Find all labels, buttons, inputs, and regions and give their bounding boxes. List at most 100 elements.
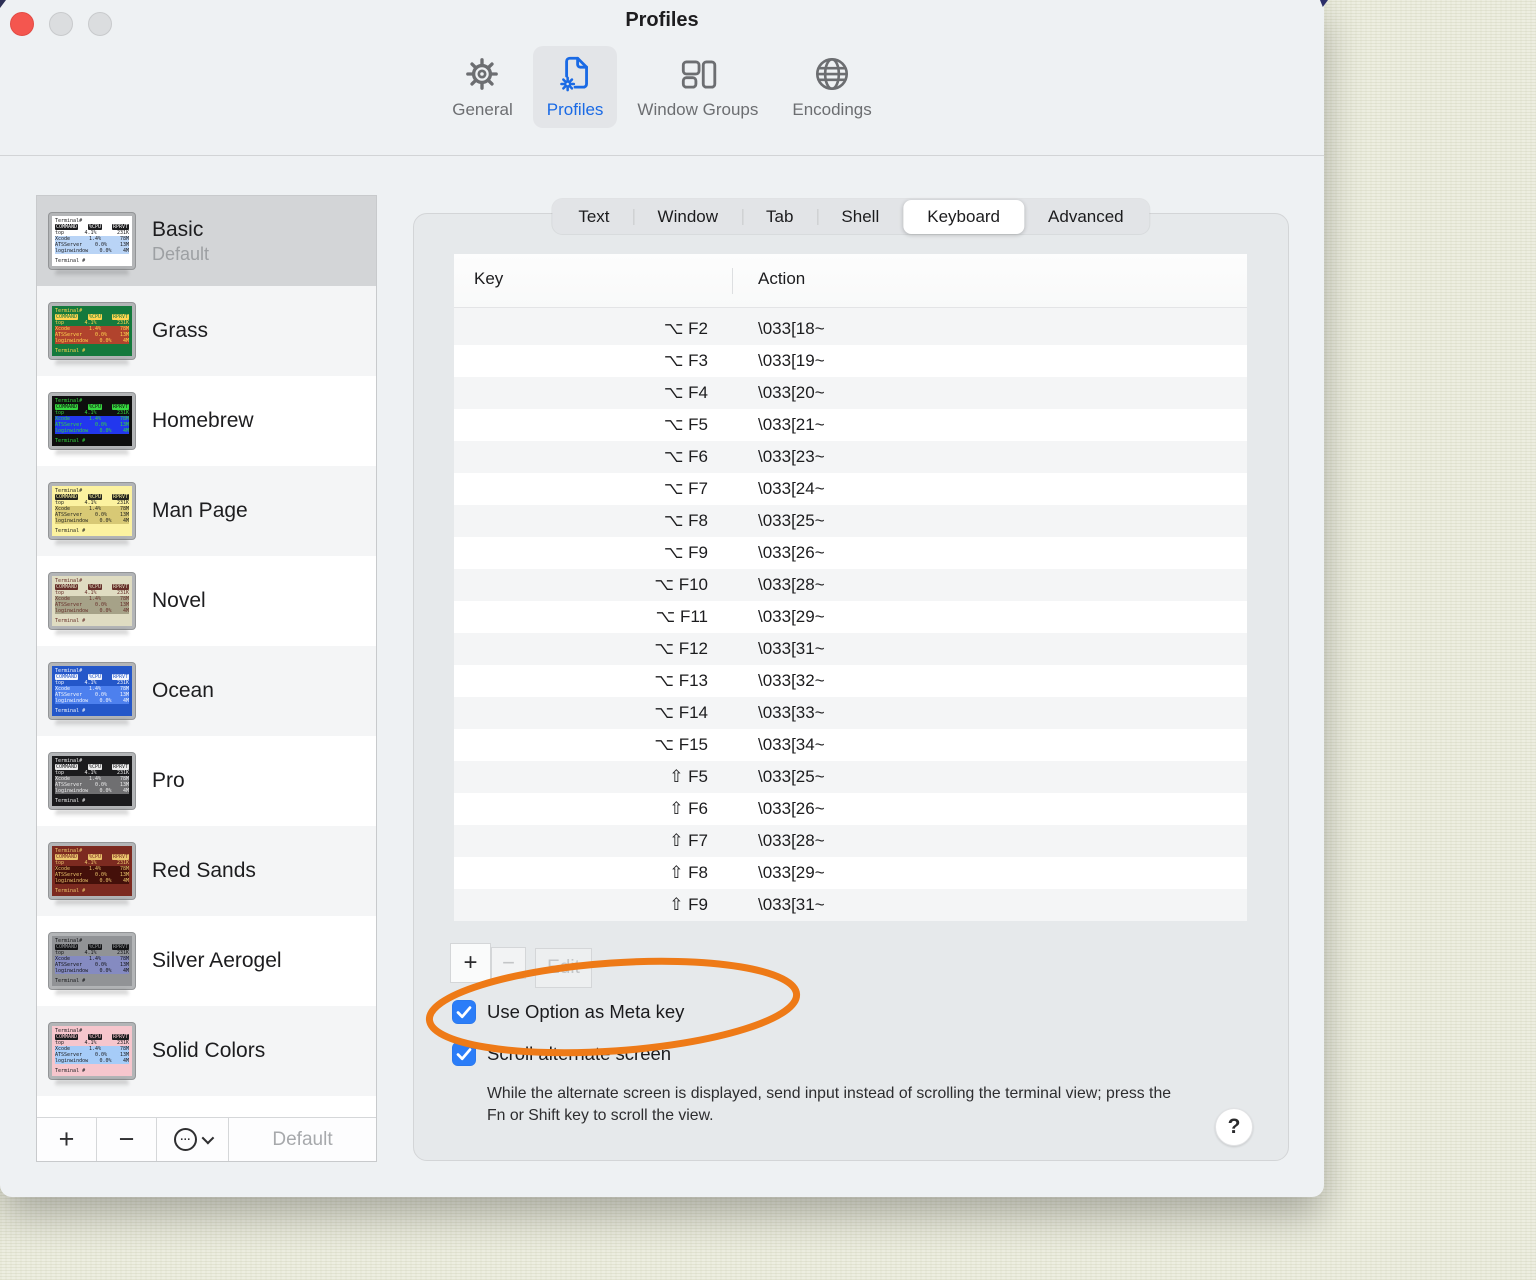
profile-thumbnail-screen: Terminal# COMMAND %CPU RPRVT top 4.1% 231K Xcod…	[52, 936, 132, 986]
add-shortcut-button[interactable]: +	[450, 943, 491, 983]
profile-subtitle: Default	[152, 243, 210, 264]
profile-list-item[interactable]: Terminal# COMMAND %CPU RPRVT top 4.1% 231K Xcod…	[37, 556, 376, 646]
key-cell: ⌥ F4	[663, 383, 708, 402]
gear-icon	[460, 52, 504, 96]
table-body: ⌥ F2 \033[18~ ⌥ F3 \033[19~ ⌥ F4 \033[20…	[454, 308, 1247, 921]
table-row[interactable]: ⌥ F9 \033[26~	[454, 537, 1247, 569]
settings-tab[interactable]: Advanced	[1024, 200, 1148, 234]
profile-meta: Solid Colors	[152, 1039, 265, 1063]
key-cell: ⌥ F13	[654, 671, 708, 690]
profile-thumbnail: Terminal# COMMAND %CPU RPRVT top 4.1% 231K Xcod…	[49, 213, 135, 269]
settings-tab[interactable]: Shell	[817, 200, 903, 234]
table-header: Key Action	[454, 254, 1247, 308]
ellipsis-circle-icon: …	[174, 1128, 197, 1151]
profile-list-item[interactable]: Terminal# COMMAND %CPU RPRVT top 4.1% 231K Xcod…	[37, 466, 376, 556]
profile-list-item[interactable]: Terminal# COMMAND %CPU RPRVT top 4.1% 231K Xcod…	[37, 916, 376, 1006]
table-row[interactable]: ⌥ F5 \033[21~	[454, 409, 1247, 441]
profile-thumbnail-screen: Terminal# COMMAND %CPU RPRVT top 4.1% 231K Xcod…	[52, 396, 132, 446]
table-row[interactable]: ⌥ F10 \033[28~	[454, 569, 1247, 601]
profile-list-item[interactable]: Terminal# COMMAND %CPU RPRVT top 4.1% 231K Xcod…	[37, 376, 376, 466]
table-row[interactable]: ⇧ F7 \033[28~	[454, 825, 1247, 857]
toolbar-item-general[interactable]: General	[438, 46, 526, 128]
table-row[interactable]: ⌥ F2 \033[18~	[454, 313, 1247, 345]
profile-name: Homebrew	[152, 409, 254, 432]
close-button[interactable]	[10, 12, 34, 36]
key-cell: ⌥ F8	[663, 511, 708, 530]
profile-list-item[interactable]: Terminal# COMMAND %CPU RPRVT top 4.1% 231K Xcod…	[37, 736, 376, 826]
profile-meta: Novel	[152, 589, 206, 613]
edit-shortcut-button[interactable]: Edit	[535, 948, 592, 988]
profile-name: Novel	[152, 589, 206, 612]
profile-meta: Grass	[152, 319, 208, 343]
action-cell: \033[18~	[758, 319, 825, 338]
table-row[interactable]: ⌥ F3 \033[19~	[454, 345, 1247, 377]
table-row[interactable]: ⇧ F8 \033[29~	[454, 857, 1247, 889]
key-cell: ⌥ F15	[654, 735, 708, 754]
table-row[interactable]: ⌥ F12 \033[31~	[454, 633, 1247, 665]
scroll-alternate-screen-checkbox-row[interactable]: Scroll alternate screen	[452, 1042, 671, 1066]
remove-profile-button[interactable]: −	[97, 1118, 157, 1161]
sidebar-footer: + − … Default	[37, 1117, 376, 1161]
table-row[interactable]: ⌥ F8 \033[25~	[454, 505, 1247, 537]
action-cell: \033[31~	[758, 639, 825, 658]
minimize-button[interactable]	[49, 12, 73, 36]
profile-list-item[interactable]: Terminal# COMMAND %CPU RPRVT top 4.1% 231K Xcod…	[37, 286, 376, 376]
table-row[interactable]: ⌥ F11 \033[29~	[454, 601, 1247, 633]
table-row[interactable]: ⇧ F6 \033[26~	[454, 793, 1247, 825]
toolbar-label: Encodings	[792, 100, 872, 119]
table-row[interactable]: ⌥ F15 \033[34~	[454, 729, 1247, 761]
key-cell: ⌥ F9	[663, 543, 708, 562]
profile-thumbnail: Terminal# COMMAND %CPU RPRVT top 4.1% 231K Xcod…	[49, 753, 135, 809]
table-row[interactable]: ⌥ F13 \033[32~	[454, 665, 1247, 697]
action-cell: \033[31~	[758, 895, 825, 914]
profile-list-item[interactable]: Terminal# COMMAND %CPU RPRVT top 4.1% 231K Xcod…	[37, 196, 376, 286]
checkbox-checked[interactable]	[452, 1042, 476, 1066]
checkmark-icon	[456, 1006, 472, 1019]
checkbox-label: Scroll alternate screen	[487, 1043, 672, 1064]
profile-list-item[interactable]: Terminal# COMMAND %CPU RPRVT top 4.1% 231K Xcod…	[37, 826, 376, 916]
action-cell: \033[25~	[758, 767, 825, 786]
help-button[interactable]: ?	[1215, 1108, 1253, 1146]
settings-tab[interactable]: Tab	[742, 200, 817, 234]
keyboard-shortcut-table: Key Action ⌥ F2 \033[18~ ⌥ F3 \033[19~ ⌥…	[454, 254, 1247, 921]
profile-meta: Red Sands	[152, 859, 256, 883]
profile-settings-panel: Text Window Tab Shell Keyboard Advanced …	[413, 199, 1289, 1161]
table-row[interactable]: ⌥ F6 \033[23~	[454, 441, 1247, 473]
settings-tab[interactable]: Keyboard	[903, 199, 1025, 234]
profile-list-item[interactable]: Terminal# COMMAND %CPU RPRVT top 4.1% 231K Xcod…	[37, 1006, 376, 1096]
profile-thumbnail-screen: Terminal# COMMAND %CPU RPRVT top 4.1% 231K Xcod…	[52, 576, 132, 626]
table-row[interactable]: ⌥ F4 \033[20~	[454, 377, 1247, 409]
traffic-lights	[10, 12, 112, 36]
checkbox-checked[interactable]	[452, 1000, 476, 1024]
key-cell: ⌥ F7	[663, 479, 708, 498]
profile-thumbnail: Terminal# COMMAND %CPU RPRVT top 4.1% 231K Xcod…	[49, 393, 135, 449]
table-row[interactable]: ⇧ F9 \033[31~	[454, 889, 1247, 921]
use-option-as-meta-key-checkbox-row[interactable]: Use Option as Meta key	[452, 1000, 684, 1024]
toolbar-item-window-groups[interactable]: Window Groups	[623, 46, 772, 128]
profile-actions-menu-button[interactable]: …	[157, 1118, 229, 1161]
toolbar-item-profiles[interactable]: Profiles	[532, 46, 618, 128]
profile-meta: Ocean	[152, 679, 214, 703]
action-cell: \033[25~	[758, 511, 825, 530]
key-cell: ⌥ F3	[663, 351, 708, 370]
set-default-button[interactable]: Default	[229, 1118, 376, 1161]
alternate-screen-help-text: While the alternate screen is displayed,…	[487, 1085, 1172, 1124]
toolbar-item-encodings[interactable]: Encodings	[778, 46, 885, 128]
remove-shortcut-button[interactable]: −	[491, 947, 526, 979]
table-row[interactable]: ⇧ F5 \033[25~	[454, 761, 1247, 793]
table-row[interactable]: ⌥ F14 \033[33~	[454, 697, 1247, 729]
profile-name: Ocean	[152, 679, 214, 702]
action-cell: \033[29~	[758, 607, 825, 626]
toolbar-label: Window Groups	[637, 100, 759, 119]
add-profile-button[interactable]: +	[37, 1118, 97, 1161]
zoom-button[interactable]	[88, 12, 112, 36]
profile-list-item[interactable]: Terminal# COMMAND %CPU RPRVT top 4.1% 231K Xcod…	[37, 646, 376, 736]
settings-tab[interactable]: Text	[554, 200, 633, 234]
profile-thumbnail-screen: Terminal# COMMAND %CPU RPRVT top 4.1% 231K Xcod…	[52, 216, 132, 266]
profile-meta: Pro	[152, 769, 185, 793]
profile-name: Man Page	[152, 499, 248, 522]
settings-tab[interactable]: Window	[633, 200, 742, 234]
profile-thumbnail-screen: Terminal# COMMAND %CPU RPRVT top 4.1% 231K Xcod…	[52, 666, 132, 716]
table-row[interactable]: ⌥ F7 \033[24~	[454, 473, 1247, 505]
profile-document-icon	[553, 52, 597, 96]
